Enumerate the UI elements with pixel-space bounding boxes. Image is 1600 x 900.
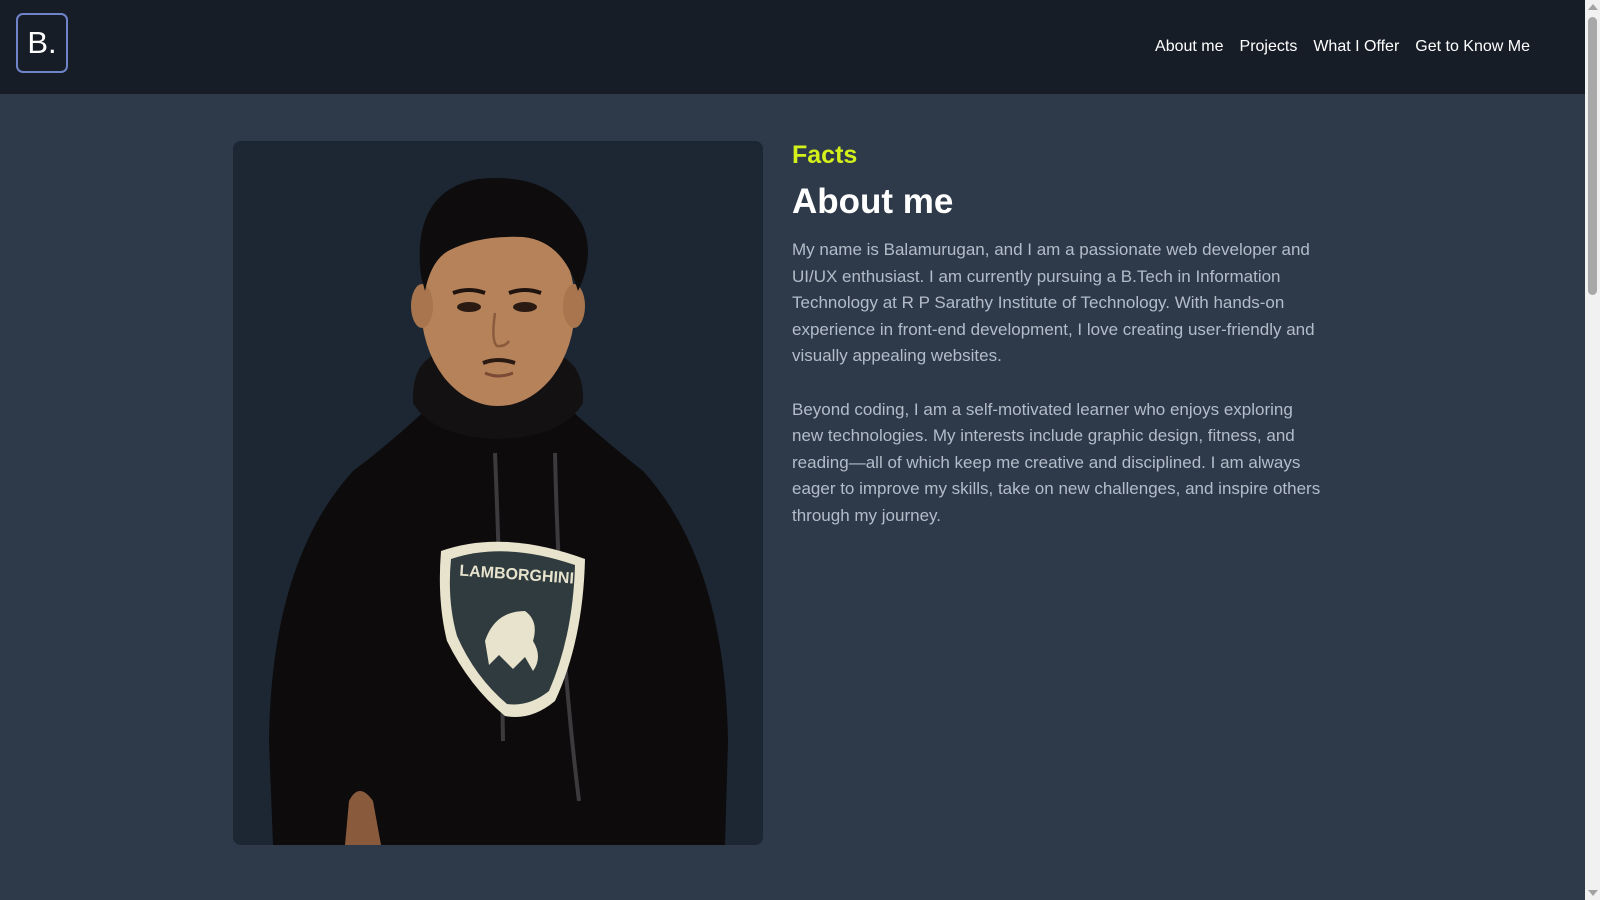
top-navbar: B. About me Projects What I Offer Get to… — [0, 0, 1585, 94]
logo-text: B. — [27, 25, 57, 60]
scroll-thumb[interactable] — [1588, 17, 1597, 295]
section-eyebrow: Facts — [792, 141, 858, 169]
vertical-scrollbar[interactable] — [1585, 0, 1600, 900]
about-paragraph-1: My name is Balamurugan, and I am a passi… — [792, 240, 1315, 365]
nav-link-about-me[interactable]: About me — [1155, 34, 1223, 60]
about-section: Facts About me My name is Balamurugan, a… — [792, 138, 1332, 529]
scroll-down-arrow-icon[interactable] — [1588, 890, 1598, 896]
nav-link-what-i-offer[interactable]: What I Offer — [1313, 34, 1399, 60]
profile-portrait-illustration: LAMBORGHINI — [233, 141, 763, 845]
profile-photo: LAMBORGHINI — [233, 141, 763, 845]
section-title: About me — [792, 182, 954, 221]
logo-link[interactable]: B. — [16, 13, 68, 73]
nav-link-get-to-know-me[interactable]: Get to Know Me — [1415, 34, 1530, 60]
main-nav: About me Projects What I Offer Get to Kn… — [1155, 34, 1585, 60]
scroll-up-arrow-icon[interactable] — [1588, 4, 1598, 10]
about-paragraph-2: Beyond coding, I am a self-motivated lea… — [792, 399, 1321, 525]
nav-link-projects[interactable]: Projects — [1240, 34, 1298, 60]
